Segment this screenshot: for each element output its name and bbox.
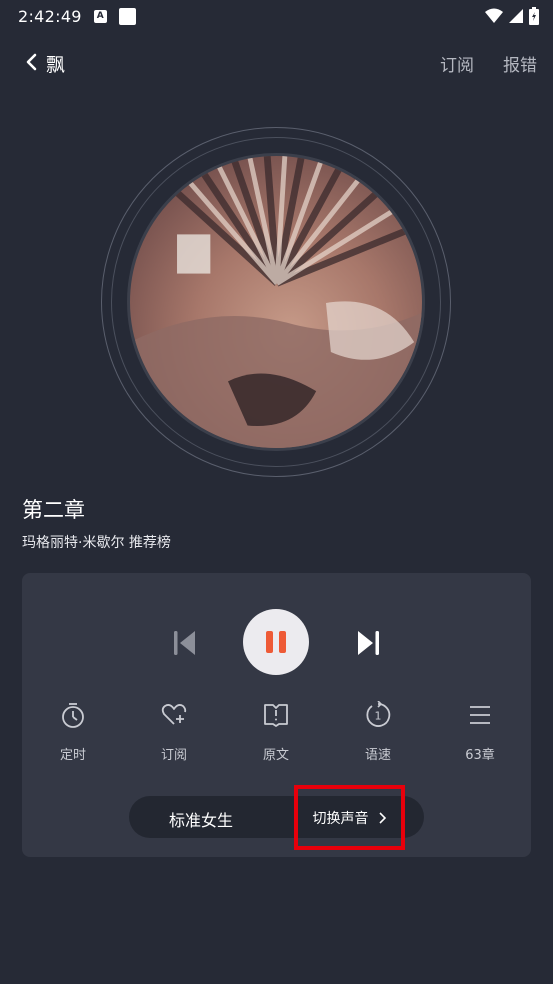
pause-bar-right xyxy=(279,631,286,653)
book-cover-image xyxy=(127,153,425,451)
wifi-icon xyxy=(485,8,503,23)
notification-a-icon: A xyxy=(93,9,107,23)
pause-button[interactable] xyxy=(243,609,309,675)
current-voice: 标准女生 xyxy=(169,811,234,830)
pause-bar-left xyxy=(266,631,273,653)
report-link[interactable]: 报错 xyxy=(503,51,537,76)
back-arrow-icon[interactable] xyxy=(22,52,42,72)
top-bar: 飘 订阅 报错 xyxy=(0,42,553,82)
tool-chapter-list[interactable]: 63章 xyxy=(429,701,531,771)
previous-track-icon[interactable] xyxy=(172,628,196,658)
subscribe-link[interactable]: 订阅 xyxy=(440,51,474,76)
svg-text:1: 1 xyxy=(375,710,382,723)
tool-subscribe-label: 订阅 xyxy=(160,748,187,763)
switch-voice-button[interactable]: 切换声音 xyxy=(294,785,405,850)
heart-plus-icon xyxy=(161,704,187,725)
battery-icon xyxy=(529,7,539,25)
status-time: 2:42:49 xyxy=(18,6,82,26)
tool-timer-label: 定时 xyxy=(59,748,86,763)
tool-speed-label: 语速 xyxy=(364,748,391,763)
list-icon xyxy=(470,706,490,724)
tool-original-text[interactable]: 原文 xyxy=(225,701,327,771)
chevron-right-icon xyxy=(378,811,386,824)
tool-original-text-label: 原文 xyxy=(262,748,289,763)
album-disc xyxy=(101,127,451,477)
switch-voice-label: 切换声音 xyxy=(312,810,369,827)
signal-icon xyxy=(509,9,523,23)
tool-chapter-list-label: 63章 xyxy=(465,748,495,763)
cover-artwork xyxy=(130,156,422,448)
page-title: 飘 xyxy=(46,54,66,76)
chapter-title: 第二章 xyxy=(22,498,85,522)
speed-icon: 1 xyxy=(366,701,391,727)
tool-subscribe[interactable]: 订阅 xyxy=(123,701,225,771)
chapter-subtitle: 玛格丽特·米歇尔 推荐榜 xyxy=(22,535,171,551)
notification-square-icon xyxy=(118,7,136,25)
player-panel: 定时 订阅 原文 1 语速 63章 标准女生 切换声音 xyxy=(22,573,531,857)
status-bar: 2:42:49 A xyxy=(0,0,553,32)
book-icon xyxy=(264,704,288,727)
timer-icon xyxy=(62,703,84,728)
status-icons xyxy=(485,7,539,25)
tool-row: 定时 订阅 原文 1 语速 63章 xyxy=(22,701,531,771)
tool-speed[interactable]: 1 语速 xyxy=(327,701,429,771)
voice-selector: 标准女生 切换声音 xyxy=(129,785,424,850)
tool-timer[interactable]: 定时 xyxy=(22,701,124,771)
next-track-icon[interactable] xyxy=(357,628,381,658)
